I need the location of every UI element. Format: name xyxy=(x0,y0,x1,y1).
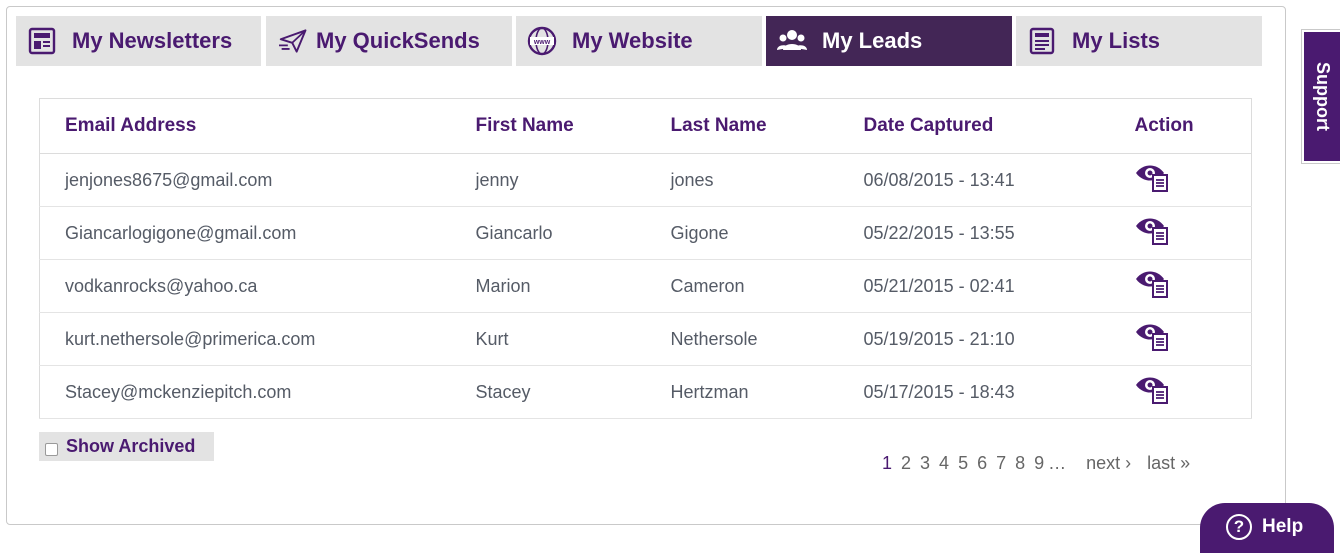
cell-last-name: Nethersole xyxy=(670,312,864,366)
tab-label: My Leads xyxy=(822,28,923,53)
page-link-5[interactable]: 5 xyxy=(958,453,968,474)
tab-my-lists[interactable]: My Lists xyxy=(1016,16,1262,66)
show-archived-checkbox[interactable] xyxy=(45,442,58,456)
column-header-first-name[interactable]: First Name xyxy=(475,98,671,154)
table-row: Stacey@mckenziepitch.com Stacey Hertzman… xyxy=(39,365,1252,419)
leads-icon xyxy=(776,25,808,57)
table-row: jenjones8675@gmail.com jenny jones 06/08… xyxy=(39,153,1252,207)
website-icon: www xyxy=(526,25,558,57)
newsletter-icon xyxy=(26,25,58,57)
leads-table: Email Address First Name Last Name Date … xyxy=(39,98,1252,419)
view-lead-icon[interactable] xyxy=(1135,270,1169,298)
cell-first-name: Kurt xyxy=(475,312,671,366)
tab-label: My Lists xyxy=(1072,28,1161,53)
page-link-6[interactable]: 6 xyxy=(977,453,987,474)
tab-label: My Website xyxy=(572,28,693,53)
cell-action xyxy=(1134,153,1252,207)
cell-first-name: Giancarlo xyxy=(475,206,671,260)
table-row: vodkanrocks@yahoo.ca Marion Cameron 05/2… xyxy=(39,259,1252,313)
show-archived-label: Show Archived xyxy=(66,436,196,456)
tab-my-newsletters[interactable]: My Newsletters xyxy=(16,16,261,66)
help-label: Help xyxy=(1262,516,1304,537)
page-link-1[interactable]: 1 xyxy=(882,453,892,474)
tab-my-leads[interactable]: My Leads xyxy=(766,16,1012,66)
pagination: 1 2 3 4 5 6 7 8 9 … next › last » xyxy=(882,453,1199,474)
tab-label: My Newsletters xyxy=(72,28,233,53)
table-row: Giancarlogigone@gmail.com Giancarlo Gigo… xyxy=(39,206,1252,260)
page-link-2[interactable]: 2 xyxy=(901,453,911,474)
cell-date: 05/22/2015 - 13:55 xyxy=(863,206,1135,260)
tab-label: My QuickSends xyxy=(316,28,480,53)
cell-action xyxy=(1134,206,1252,260)
cell-last-name: Hertzman xyxy=(670,365,864,419)
cell-email: Giancarlogigone@gmail.com xyxy=(39,206,476,260)
view-lead-icon[interactable] xyxy=(1135,323,1169,351)
cell-first-name: Marion xyxy=(475,259,671,313)
lists-icon xyxy=(1026,25,1058,57)
cell-action xyxy=(1134,365,1252,419)
cell-email: kurt.nethersole@primerica.com xyxy=(39,312,476,366)
table-row: kurt.nethersole@primerica.com Kurt Nethe… xyxy=(39,312,1252,366)
help-button[interactable]: ? Help xyxy=(1200,503,1334,553)
cell-last-name: Gigone xyxy=(670,206,864,260)
show-archived-toggle[interactable]: Show Archived xyxy=(39,432,214,461)
page-link-7[interactable]: 7 xyxy=(996,453,1006,474)
svg-text:www: www xyxy=(533,39,551,46)
pagination-ellipsis: … xyxy=(1048,453,1067,473)
cell-date: 05/19/2015 - 21:10 xyxy=(863,312,1135,366)
view-lead-icon[interactable] xyxy=(1135,164,1169,192)
view-lead-icon[interactable] xyxy=(1135,376,1169,404)
column-header-last-name[interactable]: Last Name xyxy=(670,98,864,154)
page-link-9[interactable]: 9 xyxy=(1034,453,1044,474)
cell-date: 06/08/2015 - 13:41 xyxy=(863,153,1135,207)
next-page-link[interactable]: next › xyxy=(1086,453,1131,474)
page-link-4[interactable]: 4 xyxy=(939,453,949,474)
cell-first-name: Stacey xyxy=(475,365,671,419)
page-link-3[interactable]: 3 xyxy=(920,453,930,474)
cell-date: 05/17/2015 - 18:43 xyxy=(863,365,1135,419)
cell-email: vodkanrocks@yahoo.ca xyxy=(39,259,476,313)
cell-action xyxy=(1134,312,1252,366)
cell-last-name: jones xyxy=(670,153,864,207)
cell-email: jenjones8675@gmail.com xyxy=(39,153,476,207)
quicksend-icon xyxy=(278,25,310,57)
column-header-action: Action xyxy=(1134,98,1252,154)
cell-email: Stacey@mckenziepitch.com xyxy=(39,365,476,419)
tab-my-quicksends[interactable]: My QuickSends xyxy=(266,16,512,66)
column-header-date-captured[interactable]: Date Captured xyxy=(863,98,1135,154)
support-label: Support xyxy=(1312,62,1333,131)
last-page-link[interactable]: last » xyxy=(1147,453,1190,474)
cell-last-name: Cameron xyxy=(670,259,864,313)
view-lead-icon[interactable] xyxy=(1135,217,1169,245)
cell-date: 05/21/2015 - 02:41 xyxy=(863,259,1135,313)
tab-my-website[interactable]: www My Website xyxy=(516,16,762,66)
cell-first-name: jenny xyxy=(475,153,671,207)
cell-action xyxy=(1134,259,1252,313)
page-link-8[interactable]: 8 xyxy=(1015,453,1025,474)
support-tab[interactable]: Support xyxy=(1301,29,1340,164)
table-header-row: Email Address First Name Last Name Date … xyxy=(39,98,1252,154)
column-header-email[interactable]: Email Address xyxy=(39,98,476,154)
help-icon: ? xyxy=(1226,514,1252,540)
